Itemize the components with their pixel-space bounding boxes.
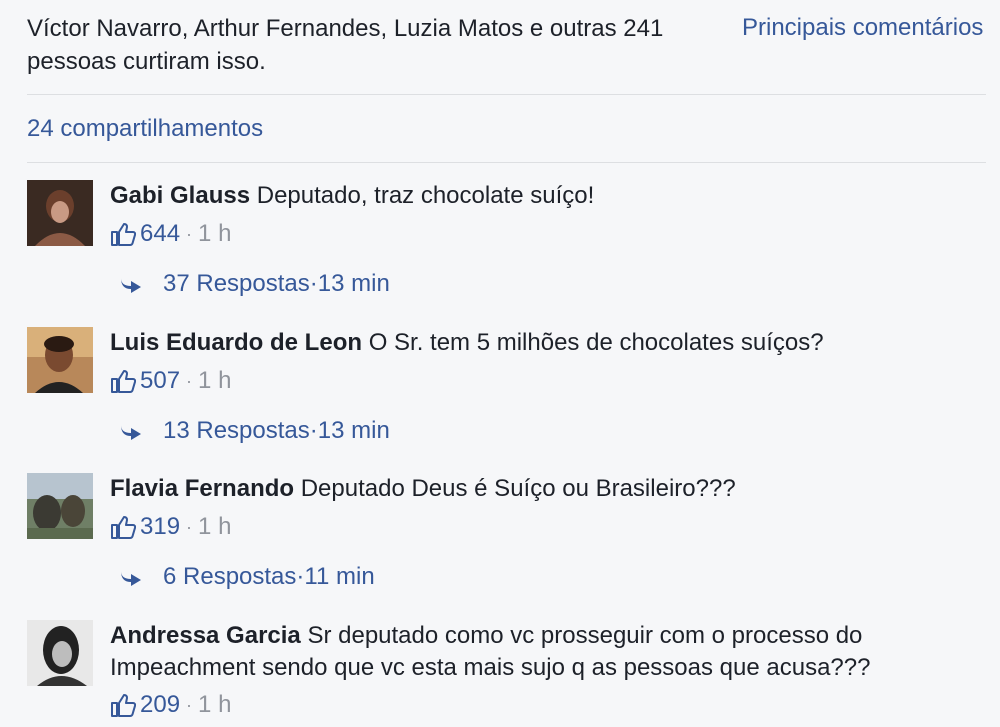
like-count[interactable]: 319 (140, 513, 180, 541)
comment-time[interactable]: 1 h (198, 513, 231, 541)
comment-meta: 209 · 1 h (110, 691, 231, 719)
separator: · (309, 417, 318, 444)
replies-link[interactable]: 6 Respostas · 11 min (119, 563, 375, 591)
top-comments-dropdown[interactable]: Principais comentários (742, 14, 1000, 42)
separator: · (186, 694, 193, 715)
thumbs-up-icon[interactable] (110, 368, 136, 394)
comment-meta: 319 · 1 h (110, 513, 231, 541)
avatar[interactable] (27, 620, 93, 686)
thumbs-up-icon[interactable] (110, 514, 136, 540)
reply-arrow-icon (121, 571, 141, 586)
thumbs-up-icon[interactable] (110, 221, 136, 247)
replies-count[interactable]: 13 Respostas (163, 417, 310, 445)
thumbs-up-icon[interactable] (110, 692, 136, 718)
comment-author[interactable]: Flavia Fernando (110, 475, 294, 502)
comment-body: Andressa Garcia Sr deputado como vc pros… (110, 620, 960, 684)
shares-link[interactable]: 24 compartilhamentos (27, 115, 263, 143)
comment-author[interactable]: Gabi Glauss (110, 182, 250, 209)
comment-time[interactable]: 1 h (198, 691, 231, 719)
avatar[interactable] (27, 473, 93, 539)
divider (27, 162, 986, 163)
comment-text: Deputado, traz chocolate suíço! (256, 182, 595, 209)
comment-author[interactable]: Andressa Garcia (110, 622, 301, 649)
comment-text: Deputado Deus é Suíço ou Brasileiro??? (300, 475, 736, 502)
replies-time: 13 min (317, 270, 390, 297)
like-count[interactable]: 644 (140, 220, 180, 248)
replies-count[interactable]: 37 Respostas (163, 270, 310, 298)
avatar[interactable] (27, 180, 93, 246)
comment-author[interactable]: Luis Eduardo de Leon (110, 329, 362, 356)
comment-time[interactable]: 1 h (198, 367, 231, 395)
replies-link[interactable]: 13 Respostas · 13 min (119, 417, 390, 445)
replies-count[interactable]: 6 Respostas (163, 563, 296, 591)
replies-time: 11 min (304, 563, 375, 590)
comment-body: Gabi Glauss Deputado, traz chocolate suí… (110, 180, 960, 212)
comment-body: Flavia Fernando Deputado Deus é Suíço ou… (110, 473, 960, 505)
like-count[interactable]: 209 (140, 691, 180, 719)
replies-link[interactable]: 37 Respostas · 13 min (119, 270, 390, 298)
comment-meta: 507 · 1 h (110, 367, 231, 395)
comment-text: O Sr. tem 5 milhões de chocolates suíços… (368, 329, 824, 356)
separator: · (186, 223, 193, 244)
comment-body: Luis Eduardo de Leon O Sr. tem 5 milhões… (110, 327, 960, 359)
likes-summary[interactable]: Víctor Navarro, Arthur Fernandes, Luzia … (27, 12, 707, 78)
separator: · (296, 563, 305, 590)
separator: · (309, 270, 318, 297)
reply-arrow-icon (121, 425, 141, 440)
avatar[interactable] (27, 327, 93, 393)
comment-time[interactable]: 1 h (198, 220, 231, 248)
separator: · (186, 516, 193, 537)
like-count[interactable]: 507 (140, 367, 180, 395)
comment-meta: 644 · 1 h (110, 220, 231, 248)
divider (27, 94, 986, 95)
reply-arrow-icon (121, 278, 141, 293)
separator: · (186, 370, 193, 391)
replies-time: 13 min (317, 417, 390, 444)
